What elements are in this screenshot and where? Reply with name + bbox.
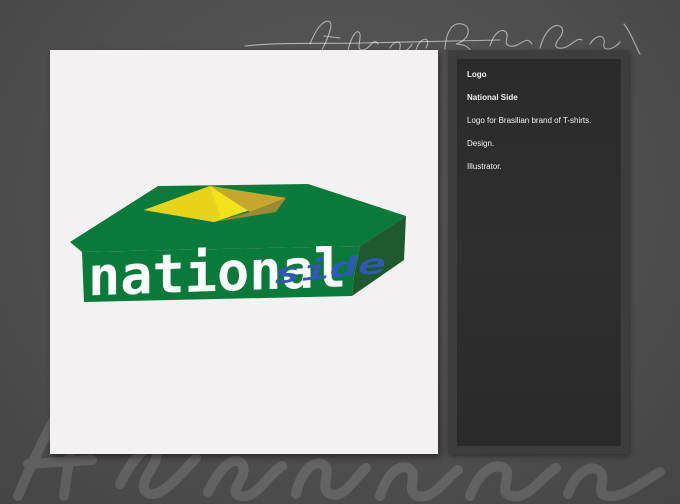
info-panel: Logo National Side Logo for Brasilian br… bbox=[457, 59, 621, 446]
project-description: Logo for Brasilian brand of T-shirts. bbox=[467, 116, 592, 125]
project-category: Logo bbox=[467, 70, 487, 79]
project-tool: Illustrator. bbox=[467, 162, 502, 171]
portfolio-image-panel: national side bbox=[50, 50, 438, 454]
project-title: National Side bbox=[467, 93, 518, 102]
national-side-logo: national side bbox=[70, 184, 406, 306]
project-service: Design. bbox=[467, 139, 495, 148]
info-frame: Logo National Side Logo for Brasilian br… bbox=[448, 50, 629, 454]
